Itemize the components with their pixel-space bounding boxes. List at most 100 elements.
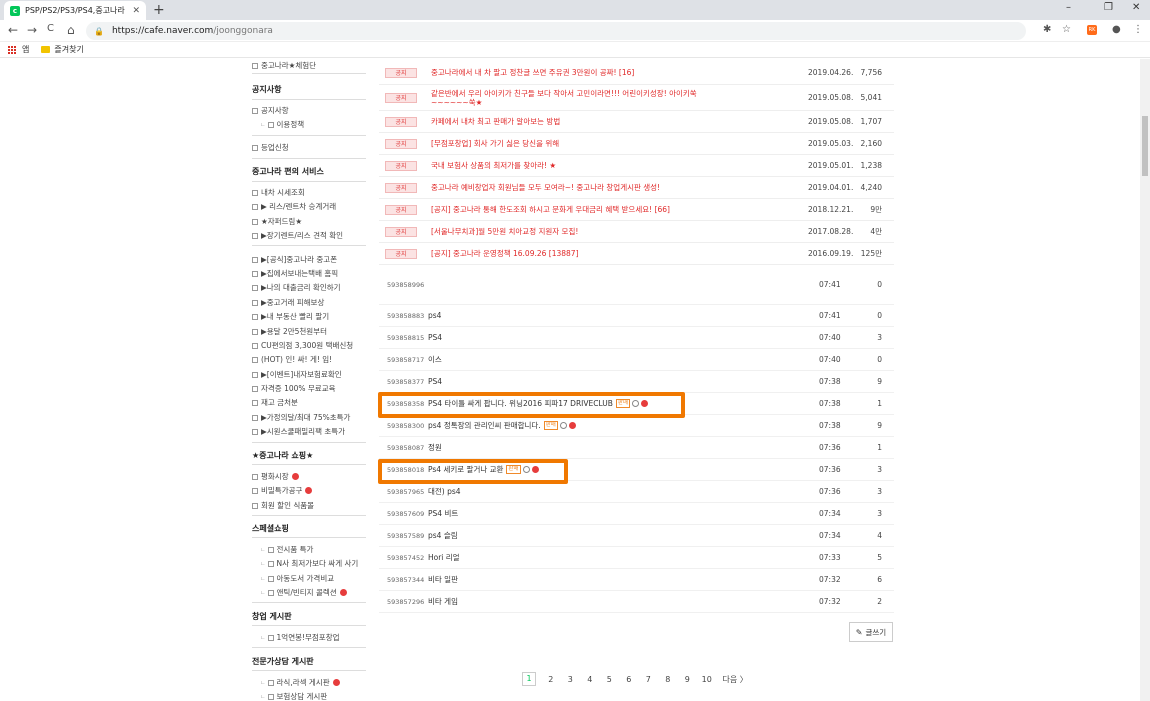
article-title[interactable]: 대전) ps4: [428, 486, 461, 497]
table-row[interactable]: 593857965 대전) ps4 07:36 3: [379, 481, 894, 503]
sidebar-item[interactable]: ▶가정의달/최대 75%초특가: [252, 412, 350, 423]
sidebar-item[interactable]: 공지사항: [252, 105, 289, 116]
next-page-link[interactable]: 다음 〉: [723, 674, 748, 685]
sidebar-item[interactable]: ▶시원스쿨패밀리팩 초특가: [252, 426, 345, 437]
notice-title[interactable]: 같은반에서 우리 아이키가 친구들 보다 작아서 고민이라면!!! 어린이키성장…: [431, 89, 723, 107]
sidebar-item[interactable]: CU편의점 3,300원 택배신청: [252, 340, 353, 351]
table-row[interactable]: 593857344 비타 일판 07:32 6: [379, 569, 894, 591]
article-title[interactable]: PS4: [428, 377, 442, 386]
sidebar-item[interactable]: N사 최저가보다 싸게 사기: [260, 558, 358, 569]
article-title[interactable]: ps4 슬림: [428, 530, 458, 541]
page-link[interactable]: 10: [697, 675, 717, 684]
table-row[interactable]: 593857296 비타 게임 07:32 2: [379, 591, 894, 613]
write-post-button[interactable]: ✎ 글쓰기: [849, 622, 893, 642]
table-row[interactable]: 593858996 07:41 0: [379, 265, 894, 305]
notice-row[interactable]: 공지 [공지] 중고나라 운영정책 16.09.26 [13887] 2016.…: [379, 243, 894, 265]
home-icon[interactable]: ⌂: [67, 23, 75, 37]
sidebar-item[interactable]: 1억연봉!무점포창업: [260, 632, 340, 643]
extension-icon[interactable]: ✱: [1043, 24, 1051, 35]
maximize-button[interactable]: ❐: [1104, 2, 1113, 13]
page-link[interactable]: 8: [658, 675, 678, 684]
sidebar-item[interactable]: 평화시장: [252, 471, 299, 482]
article-title[interactable]: PS4: [428, 333, 442, 342]
article-title[interactable]: 이스: [428, 354, 442, 365]
profile-avatar-icon[interactable]: ●: [1112, 24, 1121, 35]
rk-extension-icon[interactable]: RK: [1087, 25, 1097, 35]
sidebar-item[interactable]: ▶장기렌트/리스 견적 확인: [252, 230, 343, 241]
sidebar-item[interactable]: 등업신청: [252, 142, 289, 153]
notice-title[interactable]: [공지] 중고나라 통해 한도조회 하시고 문화게 우대금리 혜택 받으세요! …: [431, 205, 670, 214]
reload-icon[interactable]: C: [47, 23, 54, 34]
minimize-button[interactable]: –: [1066, 2, 1071, 13]
article-title[interactable]: 비타 게임: [428, 596, 458, 607]
sidebar-item[interactable]: ▶[이벤트]내자보험료확인: [252, 369, 342, 380]
notice-title[interactable]: [공지] 중고나라 운영정책 16.09.26 [13887]: [431, 249, 579, 258]
sidebar-item[interactable]: ▶내 부동산 빨리 팔기: [252, 311, 329, 322]
sidebar-item[interactable]: 회원 할인 식품몰: [252, 500, 314, 511]
bookmark-star-icon[interactable]: ☆: [1062, 24, 1071, 35]
page-link[interactable]: 6: [619, 675, 639, 684]
new-tab-button[interactable]: +: [153, 2, 165, 18]
notice-title[interactable]: 카페에서 내차 최고 판매가 알아보는 방법: [431, 117, 560, 126]
browser-tab[interactable]: c PSP/PS2/PS3/PS4,중고나라 : 네이 ✕: [4, 1, 146, 20]
page-link[interactable]: 2: [541, 675, 561, 684]
scroll-thumb[interactable]: [1142, 116, 1148, 176]
table-row[interactable]: 593858377 PS4 07:38 9: [379, 371, 894, 393]
page-link[interactable]: 7: [639, 675, 659, 684]
sidebar-item[interactable]: ▶나의 대출금리 확인하기: [252, 282, 341, 293]
page-link[interactable]: 4: [580, 675, 600, 684]
notice-row[interactable]: 공지 카페에서 내차 최고 판매가 알아보는 방법 2019.05.08. 1,…: [379, 111, 894, 133]
page-link-current[interactable]: 1: [522, 672, 536, 686]
sidebar-item[interactable]: 아동도서 가격비교: [260, 573, 334, 584]
sidebar-item[interactable]: 자격증 100% 무료교육: [252, 383, 336, 394]
page-link[interactable]: 9: [678, 675, 698, 684]
notice-row[interactable]: 공지 중고나라 예비창업자 회원님들 모두 모여라~! 중고나라 창업게시판 생…: [379, 177, 894, 199]
bookmark-favorites[interactable]: 즐겨찾기: [54, 44, 83, 55]
article-title[interactable]: 정원: [428, 442, 442, 453]
notice-row[interactable]: 공지 [서울나무치과]월 5만원 치아교정 지원자 모집! 2017.08.28…: [379, 221, 894, 243]
table-row[interactable]: 593857609 PS4 비트 07:34 3: [379, 503, 894, 525]
sidebar-item[interactable]: 라식,라섹 게시판: [260, 677, 340, 688]
table-row[interactable]: 593858087 정원 07:36 1: [379, 437, 894, 459]
page-link[interactable]: 3: [561, 675, 581, 684]
sidebar-item[interactable]: 이용정책: [260, 119, 304, 130]
notice-row[interactable]: 공지 중고나라에서 내 차 팔고 정찬글 쓰면 주유권 3만원이 공짜! [16…: [379, 61, 894, 85]
notice-title[interactable]: [무점포창업] 회사 가기 싫은 당신을 위해: [431, 139, 559, 148]
sidebar-item[interactable]: 앤틱/빈티지 콜렉션: [260, 587, 347, 598]
article-title[interactable]: 비타 일판: [428, 574, 458, 585]
table-row[interactable]: 593858717 이스 07:40 0: [379, 349, 894, 371]
notice-row[interactable]: 공지 국내 보험사 상품의 최저가를 찾아라! ★ 2019.05.01. 1,…: [379, 155, 894, 177]
bookmark-apps[interactable]: 앱: [22, 44, 29, 55]
sidebar-item[interactable]: ★자퍼드림★: [252, 216, 302, 227]
tab-close-icon[interactable]: ✕: [132, 6, 140, 16]
table-row[interactable]: 593857589 ps4 슬림 07:34 4: [379, 525, 894, 547]
sidebar-item[interactable]: ▶중고거래 피해보상: [252, 297, 324, 308]
notice-row[interactable]: 공지 같은반에서 우리 아이키가 친구들 보다 작아서 고민이라면!!! 어린이…: [379, 85, 894, 111]
sidebar-item[interactable]: 전시품 특가: [260, 544, 313, 555]
notice-row[interactable]: 공지 [무점포창업] 회사 가기 싫은 당신을 위해 2019.05.03. 2…: [379, 133, 894, 155]
sidebar-item[interactable]: ▶ 리스/렌트차 승계거래: [252, 201, 336, 212]
article-title[interactable]: PS4 비트: [428, 508, 458, 519]
sidebar-item[interactable]: 비밀특가공구: [252, 485, 313, 496]
page-scrollbar[interactable]: [1140, 59, 1150, 701]
article-title[interactable]: ps4 정톡장의 관리인씨 판매합니다. 판매: [428, 420, 576, 431]
notice-row[interactable]: 공지 [공지] 중고나라 통해 한도조회 하시고 문화게 우대금리 혜택 받으세…: [379, 199, 894, 221]
back-icon[interactable]: ←: [8, 23, 18, 37]
article-title[interactable]: ps4: [428, 311, 441, 320]
sidebar-item[interactable]: 중고나라★체험단: [252, 60, 316, 71]
table-row[interactable]: 593858815 PS4 07:40 3: [379, 327, 894, 349]
close-window-button[interactable]: ✕: [1132, 2, 1140, 13]
notice-title[interactable]: [서울나무치과]월 5만원 치아교정 지원자 모집!: [431, 227, 578, 236]
sidebar-item[interactable]: (HOT) 인! 싸! 게! 임!: [252, 354, 332, 365]
notice-title[interactable]: 국내 보험사 상품의 최저가를 찾아라! ★: [431, 161, 556, 170]
apps-grid-icon[interactable]: [8, 45, 16, 54]
menu-kebab-icon[interactable]: ⋮: [1133, 24, 1143, 35]
sidebar-item[interactable]: ▶집에서보내는택배 홈픽: [252, 268, 338, 279]
sidebar-item[interactable]: ▶[공식]중고나라 중고폰: [252, 254, 337, 265]
sidebar-item[interactable]: 재고 금처분: [252, 397, 298, 408]
article-title[interactable]: Hori 리얼: [428, 552, 460, 563]
sidebar-item[interactable]: 내차 시세조회: [252, 187, 305, 198]
forward-icon[interactable]: →: [27, 23, 37, 37]
address-bar[interactable]: 🔒 https://cafe.naver.com /joonggonara: [86, 22, 1026, 40]
page-link[interactable]: 5: [600, 675, 620, 684]
